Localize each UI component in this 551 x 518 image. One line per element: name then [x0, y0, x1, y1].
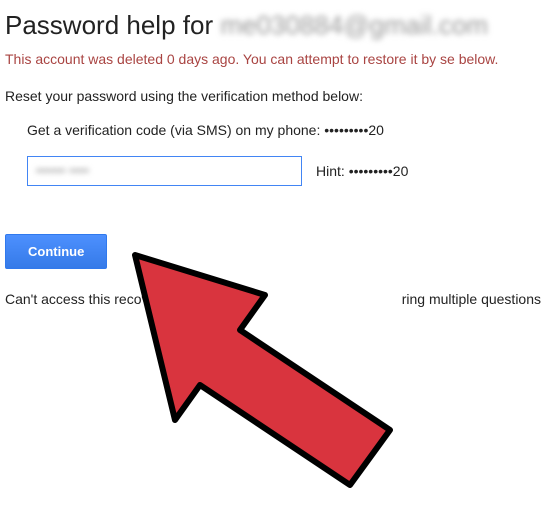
- input-row: •••••• •••• Hint: •••••••••20: [27, 156, 546, 186]
- verification-method-label: Get a verification code (via SMS) on my …: [27, 122, 546, 138]
- cant-access-left: Can't access this recove: [5, 291, 156, 307]
- continue-button[interactable]: Continue: [5, 234, 107, 269]
- page-title: Password help for me030884@gmail.com: [5, 10, 546, 41]
- account-email: me030884@gmail.com: [220, 10, 488, 40]
- annotation-arrow-icon: [120, 240, 450, 510]
- account-deleted-warning: This account was deleted 0 days ago. You…: [5, 49, 546, 70]
- masked-phone: •••••••••20: [324, 122, 384, 138]
- cant-access-right: ring multiple questions: [402, 291, 541, 307]
- verification-section: Get a verification code (via SMS) on my …: [5, 122, 546, 186]
- hint-prefix: Hint:: [316, 163, 349, 179]
- reset-instruction: Reset your password using the verificati…: [5, 88, 546, 104]
- hint-label: Hint: •••••••••20: [316, 163, 408, 179]
- hint-value: •••••••••20: [349, 163, 409, 179]
- title-prefix: Password help for: [5, 10, 213, 40]
- verification-code-input[interactable]: •••••• ••••: [27, 156, 302, 186]
- cant-access-recovery-text: Can't access this recove ring multiple q…: [5, 291, 546, 307]
- verification-label-text: Get a verification code (via SMS) on my …: [27, 122, 324, 138]
